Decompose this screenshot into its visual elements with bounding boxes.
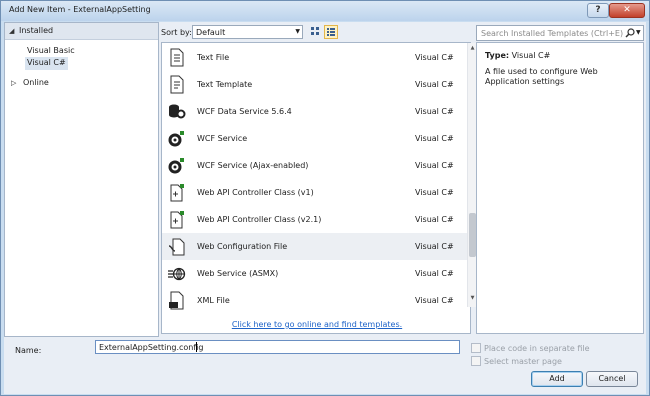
list-item[interactable]: Text File Visual C# xyxy=(162,44,467,71)
name-field-value: ExternalAppSetting.config xyxy=(99,343,204,352)
wcf-service-icon xyxy=(168,131,184,147)
sort-by-value: Default xyxy=(196,28,226,37)
template-name: Text File xyxy=(197,53,230,62)
sort-by-label: Sort by: xyxy=(161,28,192,37)
list-item[interactable]: Web Service (ASMX) Visual C# xyxy=(162,260,467,287)
template-language: Visual C# xyxy=(415,242,454,251)
close-icon: ✕ xyxy=(623,5,631,15)
sort-toolbar: Sort by: Default ▼ xyxy=(161,22,471,42)
template-name: Web Configuration File xyxy=(197,242,288,251)
type-value: Visual C# xyxy=(511,51,551,60)
type-label: Type: xyxy=(485,51,510,60)
name-label: Name: xyxy=(15,346,42,355)
template-name: WCF Data Service 5.6.4 xyxy=(197,107,292,116)
template-language: Visual C# xyxy=(415,53,454,62)
web-api-controller-icon xyxy=(170,184,184,202)
list-item[interactable]: Web Configuration File Visual C# xyxy=(162,233,467,260)
find-templates-online-link[interactable]: Click here to go online and find templat… xyxy=(162,320,472,329)
installed-node[interactable]: ◢ Installed xyxy=(5,23,158,40)
search-dropdown-icon[interactable]: ▼ xyxy=(636,29,641,36)
list-item[interactable]: Web API Controller Class (v2.1) Visual C… xyxy=(162,206,467,233)
xml-file-icon xyxy=(169,291,184,310)
template-description: A file used to configure Web Application… xyxy=(485,67,598,86)
list-item[interactable]: XML File Visual C# xyxy=(162,287,467,314)
list-item[interactable]: Web API Controller Class (v1) Visual C# xyxy=(162,179,467,206)
web-service-icon xyxy=(168,267,186,281)
tree-item-visual-csharp[interactable]: Visual C# xyxy=(25,57,68,70)
vertical-scrollbar[interactable]: ▲ ▼ xyxy=(467,43,476,307)
expand-right-icon: ▷ xyxy=(11,79,17,87)
template-language: Visual C# xyxy=(415,296,454,305)
scroll-up-icon[interactable]: ▲ xyxy=(469,45,476,53)
sort-by-dropdown[interactable]: Default ▼ xyxy=(192,25,303,39)
template-name: Web Service (ASMX) xyxy=(197,269,279,278)
small-icons-view-button[interactable] xyxy=(309,25,323,39)
expand-down-icon: ◢ xyxy=(9,27,15,35)
template-name: WCF Service (Ajax-enabled) xyxy=(197,161,309,170)
template-language: Visual C# xyxy=(415,269,454,278)
wcf-data-service-icon xyxy=(169,104,186,119)
list-item[interactable]: WCF Data Service 5.6.4 Visual C# xyxy=(162,98,467,125)
text-file-icon xyxy=(170,48,184,67)
search-input[interactable]: Search Installed Templates (Ctrl+E) ▼ xyxy=(476,25,644,41)
text-caret xyxy=(196,342,197,352)
template-name: Text Template xyxy=(197,80,253,89)
dialog-body: ◢ Installed Visual Basic Visual C# ▷ Onl… xyxy=(4,22,646,394)
help-button[interactable]: ? xyxy=(587,3,609,18)
chevron-down-icon: ▼ xyxy=(295,28,300,35)
list-item[interactable]: WCF Service Visual C# xyxy=(162,125,467,152)
close-button[interactable]: ✕ xyxy=(609,3,645,18)
template-language: Visual C# xyxy=(415,134,454,143)
help-icon: ? xyxy=(595,5,601,15)
add-new-item-dialog: Add New Item - ExternalAppSetting ? ✕ ◢ … xyxy=(0,0,650,396)
list-view-button[interactable] xyxy=(324,25,338,39)
template-name: Web API Controller Class (v1) xyxy=(197,188,314,197)
web-config-icon xyxy=(168,238,185,256)
template-name: WCF Service xyxy=(197,134,248,143)
list-view-icon xyxy=(327,28,335,36)
web-api-controller-icon xyxy=(170,211,184,229)
place-code-label: Place code in separate file xyxy=(484,344,590,353)
text-template-icon xyxy=(170,75,184,94)
installed-label: Installed xyxy=(19,26,54,35)
list-item[interactable]: Text Template Visual C# xyxy=(162,71,467,98)
template-name: Web API Controller Class (v2.1) xyxy=(197,215,322,224)
select-master-checkbox[interactable] xyxy=(471,356,481,366)
online-label: Online xyxy=(23,78,49,87)
search-icon xyxy=(625,28,635,38)
cancel-button[interactable]: Cancel xyxy=(586,371,638,387)
scroll-down-icon[interactable]: ▼ xyxy=(469,295,476,303)
template-language: Visual C# xyxy=(415,80,454,89)
template-language: Visual C# xyxy=(415,161,454,170)
list-item[interactable]: WCF Service (Ajax-enabled) Visual C# xyxy=(162,152,467,179)
wcf-ajax-service-icon xyxy=(168,158,184,174)
name-field[interactable]: ExternalAppSetting.config xyxy=(95,340,460,354)
small-icons-icon xyxy=(311,27,319,35)
template-language: Visual C# xyxy=(415,188,454,197)
place-code-checkbox[interactable] xyxy=(471,343,481,353)
template-list: Text File Visual C# Text Template Visual… xyxy=(161,42,476,334)
search-placeholder: Search Installed Templates (Ctrl+E) xyxy=(481,29,624,38)
title-bar: Add New Item - ExternalAppSetting ? ✕ xyxy=(1,1,649,21)
scrollbar-thumb[interactable] xyxy=(469,213,476,257)
template-language: Visual C# xyxy=(415,107,454,116)
template-type: Type: Visual C# xyxy=(485,51,550,60)
window-title: Add New Item - ExternalAppSetting xyxy=(9,5,151,14)
template-language: Visual C# xyxy=(415,215,454,224)
template-details-panel: Type: Visual C# A file used to configure… xyxy=(476,42,644,334)
template-name: XML File xyxy=(197,296,230,305)
select-master-label: Select master page xyxy=(484,357,562,366)
add-button[interactable]: Add xyxy=(531,371,583,387)
template-category-tree: ◢ Installed Visual Basic Visual C# ▷ Onl… xyxy=(4,22,159,337)
